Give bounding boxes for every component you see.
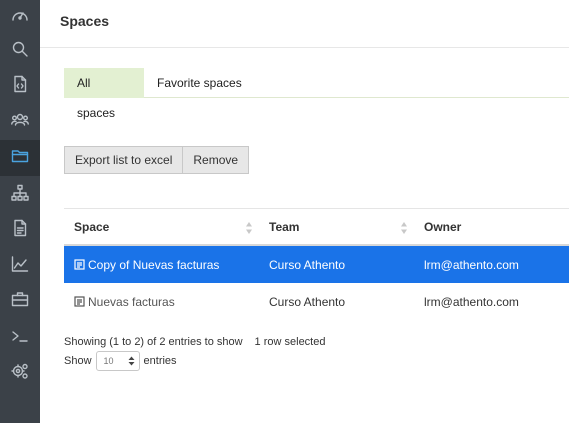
- sidebar: [0, 0, 40, 423]
- tab-bar: All spaces Favorite spaces: [64, 68, 569, 120]
- page-length-select[interactable]: 10: [95, 351, 140, 371]
- column-header-space[interactable]: Space: [74, 209, 259, 244]
- select-caret-icon: [128, 355, 135, 367]
- table-header: Space Team Owner: [64, 208, 569, 246]
- table-row[interactable]: Nuevas facturas Curso Athento lrm@athent…: [64, 283, 569, 320]
- show-label: Show: [64, 355, 92, 367]
- briefcase-icon: [11, 290, 29, 313]
- tab-favorite-spaces[interactable]: Favorite spaces: [144, 68, 255, 98]
- space-icon: [74, 296, 85, 307]
- team-cell: Curso Athento: [269, 257, 346, 272]
- nav-search[interactable]: [0, 33, 40, 69]
- space-icon: [74, 259, 85, 270]
- dashboard-icon: [11, 7, 29, 30]
- tab-all-spaces[interactable]: All spaces: [64, 68, 144, 120]
- team-cell: Curso Athento: [269, 294, 346, 309]
- search-icon: [11, 40, 29, 63]
- owner-cell: lrm@athento.com: [424, 257, 519, 272]
- column-header-owner[interactable]: Owner: [424, 209, 569, 244]
- entries-info: Showing (1 to 2) of 2 entries to show: [64, 336, 243, 348]
- export-excel-button[interactable]: Export list to excel: [64, 146, 184, 174]
- area-chart-icon: [11, 255, 29, 278]
- nav-hierarchy[interactable]: [0, 177, 40, 213]
- sort-icon[interactable]: [246, 222, 252, 234]
- column-header-team[interactable]: Team: [269, 209, 419, 244]
- nav-statistics[interactable]: [0, 248, 40, 284]
- code-file-icon: [11, 75, 29, 98]
- settings-gears-icon: [11, 362, 29, 385]
- space-name: Copy of Nuevas facturas: [88, 257, 220, 272]
- table-info: Showing (1 to 2) of 2 entries to show 1 r…: [64, 336, 325, 348]
- nav-dashboard[interactable]: [0, 0, 40, 36]
- selection-info: 1 row selected: [254, 336, 326, 348]
- users-icon: [11, 111, 29, 134]
- remove-button[interactable]: Remove: [183, 146, 250, 174]
- nav-users[interactable]: [0, 104, 40, 140]
- nav-code-files[interactable]: [0, 68, 40, 104]
- hierarchy-icon: [11, 184, 29, 207]
- nav-settings[interactable]: [0, 355, 40, 391]
- page-title: Spaces: [60, 13, 110, 29]
- nav-documents[interactable]: [0, 212, 40, 248]
- document-icon: [11, 219, 29, 242]
- space-name: Nuevas facturas: [88, 294, 175, 309]
- folder-icon: [11, 147, 29, 170]
- terminal-icon: [11, 327, 29, 350]
- sort-icon[interactable]: [401, 222, 407, 234]
- main-content: Spaces All spaces Favorite spaces Export…: [40, 0, 569, 423]
- nav-tools[interactable]: [0, 283, 40, 319]
- nav-spaces[interactable]: [0, 140, 40, 176]
- spaces-table: Space Team Owner Copy of Nuevas facturas…: [64, 208, 569, 320]
- page-length-control: Show 10 entries: [64, 351, 177, 371]
- table-row[interactable]: Copy of Nuevas facturas Curso Athento lr…: [64, 246, 569, 283]
- page-length-value: 10: [103, 356, 114, 366]
- owner-cell: lrm@athento.com: [424, 294, 519, 309]
- entries-label: entries: [143, 355, 177, 367]
- action-toolbar: Export list to excel Remove: [64, 146, 250, 174]
- page-header: Spaces: [40, 0, 569, 48]
- nav-console[interactable]: [0, 320, 40, 356]
